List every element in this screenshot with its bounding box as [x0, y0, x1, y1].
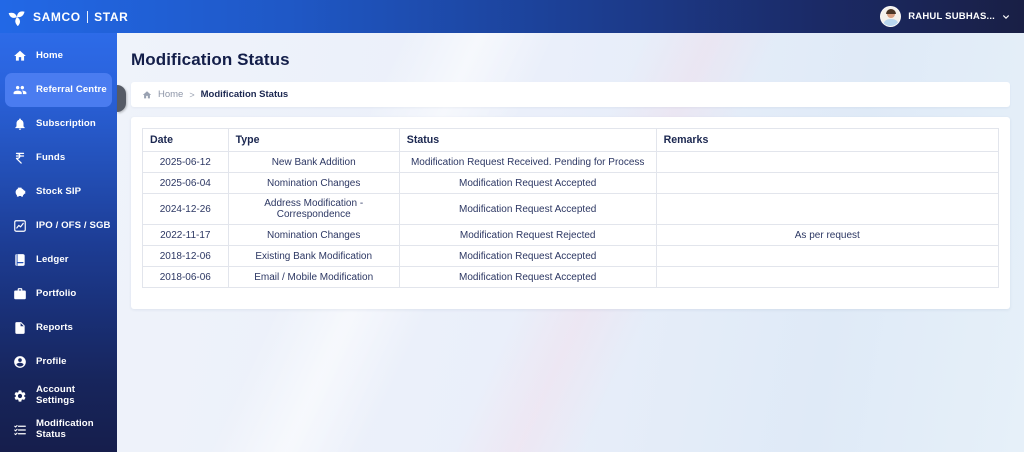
bell-icon: [13, 117, 27, 131]
sidebar-item-modification-status[interactable]: Modification Status: [5, 413, 112, 447]
breadcrumb-separator: >: [189, 89, 195, 100]
brand-secondary: STAR: [94, 9, 129, 24]
rupee-icon: [13, 151, 27, 165]
sidebar-item-referral-centre[interactable]: Referral Centre: [5, 73, 112, 107]
table-cell: 2018-12-06: [142, 245, 229, 267]
referral-icon: [13, 83, 27, 97]
table-row: 2025-06-12 New Bank Addition Modification …: [142, 151, 1000, 173]
table-cell: As per request: [655, 224, 1000, 246]
breadcrumb-home-link[interactable]: Home: [158, 89, 183, 100]
table-cell: 2024-12-26: [142, 193, 229, 225]
table-row: 2018-06-06 Email / Mobile Modification Mod…: [142, 266, 1000, 288]
table-cell: Modification Request Accepted: [398, 245, 657, 267]
table-column-header: Remarks: [655, 128, 1000, 152]
sidebar-item-profile[interactable]: Profile: [5, 345, 112, 379]
sidebar-item-label: Modification Status: [36, 418, 94, 440]
sidebar-item-stock-sip[interactable]: Stock SIP: [5, 175, 112, 209]
brand-divider: [86, 10, 89, 23]
sidebar-item-account-settings[interactable]: Account Settings: [5, 379, 112, 413]
profile-icon: [13, 355, 27, 369]
table-cell: Modification Request Accepted: [398, 266, 657, 288]
table-cell: Email / Mobile Modification: [227, 266, 400, 288]
sidebar-item-funds[interactable]: Funds: [5, 141, 112, 175]
home-icon: [142, 90, 152, 98]
sidebar-item-label: Stock SIP: [36, 185, 82, 197]
sidebar-item-home[interactable]: Home: [5, 39, 112, 73]
avatar: [880, 6, 902, 27]
sidebar-item-reports[interactable]: Reports: [5, 311, 112, 345]
table-cell: 2018-06-06: [142, 266, 229, 288]
table-cell: [655, 172, 1000, 194]
breadcrumb-current: Modification Status: [200, 89, 289, 100]
sidebar-item-subscription[interactable]: Subscription: [5, 107, 112, 141]
sidebar-item-label: Account Settings: [36, 384, 76, 406]
table-cell: 2025-06-04: [142, 172, 229, 194]
briefcase-icon: [13, 287, 27, 301]
table-cell: Existing Bank Modification: [227, 245, 400, 267]
chart-icon: [13, 219, 27, 233]
table-cell: Address Modification - Correspondence: [227, 193, 400, 225]
table-cell: Modification Request Accepted: [398, 172, 657, 194]
modification-status-card: Date Type Status Remarks 2025-06-12 New Bank…: [131, 117, 1010, 309]
main-content: Modification Status Home > Modification …: [117, 33, 1024, 452]
table-cell: [655, 151, 1000, 173]
table-row: 2018-12-06 Existing Bank Modification Modi…: [142, 245, 1000, 267]
sidebar-item-label: Reports: [36, 321, 73, 333]
table-row: 2024-12-26 Address Modification - Corresp…: [142, 193, 1000, 225]
sidebar-item-portfolio[interactable]: Portfolio: [5, 277, 112, 311]
table-cell: Nomination Changes: [227, 224, 400, 246]
table-column-header: Status: [398, 128, 657, 152]
piggy-bank-icon: [13, 185, 27, 199]
home-icon: [13, 49, 27, 63]
sidebar-item-label: IPO / OFS / SGB: [36, 219, 111, 231]
table-cell: Modification Request Received. Pending f…: [398, 151, 657, 173]
ledger-icon: [13, 253, 27, 267]
table-cell: 2025-06-12: [142, 151, 229, 173]
table-cell: New Bank Addition: [227, 151, 400, 173]
page-title: Modification Status: [131, 50, 290, 69]
gear-icon: [13, 389, 27, 403]
sidebar-item-label: Ledger: [36, 253, 69, 265]
table-cell: Modification Request Accepted: [398, 193, 657, 225]
chevron-down-icon: [1003, 14, 1009, 19]
table-cell: [655, 193, 1000, 225]
table-cell: 2022-11-17: [142, 224, 229, 246]
sidebar-item-label: Home: [36, 49, 64, 61]
table-row: 2022-11-17 Nomination Changes Modification…: [142, 224, 1000, 246]
table-row: 2025-06-04 Nomination Changes Modification…: [142, 172, 1000, 194]
table-cell: Modification Request Rejected: [398, 224, 657, 246]
table-header-row: Date Type Status Remarks: [142, 128, 1000, 152]
user-menu[interactable]: RAHUL SUBHAS...: [880, 6, 1010, 27]
sidebar-item-label: Subscription: [36, 117, 96, 129]
table-cell: [655, 266, 1000, 288]
user-name: RAHUL SUBHAS...: [908, 11, 995, 22]
modification-status-table: Date Type Status Remarks 2025-06-12 New Bank…: [142, 128, 1000, 288]
table-cell: Nomination Changes: [227, 172, 400, 194]
topbar: SAMCO STAR RAHUL SUBHAS...: [0, 0, 1024, 33]
sidebar: Home Referral Centre Subscription Funds Stoc…: [0, 33, 117, 452]
sidebar-item-label: Profile: [36, 355, 67, 367]
breadcrumb: Home > Modification Status: [131, 82, 1010, 107]
brand-logo[interactable]: SAMCO STAR: [8, 8, 128, 26]
samco-pinwheel-icon: [8, 8, 26, 26]
report-icon: [13, 321, 27, 335]
sidebar-item-label: Funds: [36, 151, 66, 163]
checklist-icon: [13, 423, 27, 437]
table-column-header: Date: [142, 128, 229, 152]
sidebar-item-ledger[interactable]: Ledger: [5, 243, 112, 277]
table-cell: [655, 245, 1000, 267]
sidebar-item-ipo-ofs-sgb[interactable]: IPO / OFS / SGB: [5, 209, 112, 243]
brand-primary: SAMCO: [33, 9, 81, 24]
sidebar-nav: Home Referral Centre Subscription Funds Stoc…: [0, 39, 117, 447]
sidebar-item-label: Portfolio: [36, 287, 77, 299]
sidebar-item-label: Referral Centre: [36, 83, 107, 95]
table-column-header: Type: [227, 128, 400, 152]
